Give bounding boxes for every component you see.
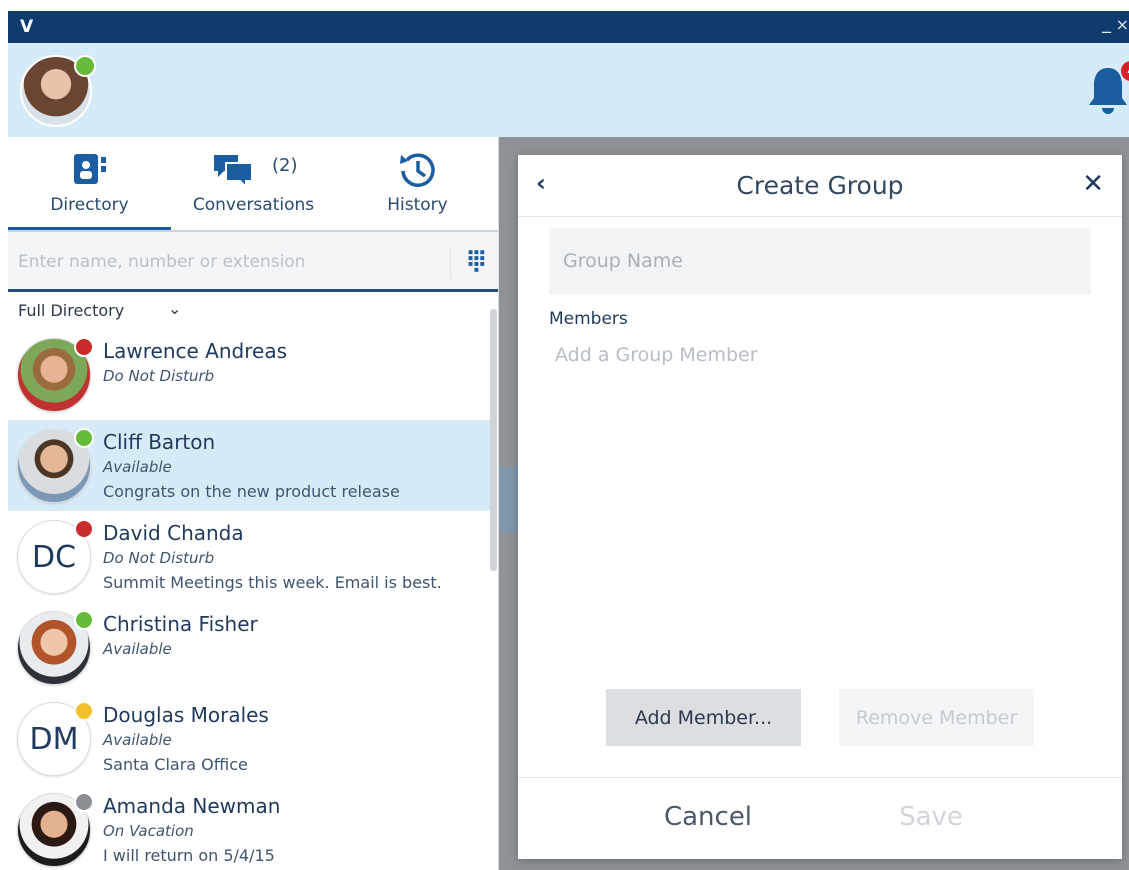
dialog-footer: Cancel Save: [518, 777, 1122, 859]
save-button[interactable]: Save: [831, 802, 1031, 832]
directory-filter-label: Full Directory: [18, 301, 125, 320]
title-bar: V _ ×: [8, 11, 1129, 43]
conversations-count: (2): [272, 155, 298, 176]
contact-item-amanda-newman[interactable]: Amanda Newman On Vacation I will return …: [8, 784, 490, 870]
minimize-button[interactable]: _: [1102, 13, 1111, 34]
tab-conversations-label: Conversations: [192, 195, 315, 215]
contact-name: Christina Fisher: [103, 612, 258, 636]
away-icon: [74, 701, 94, 721]
contact-message: I will return on 5/4/15: [103, 846, 275, 865]
contact-list-scrollbar[interactable]: [490, 309, 497, 571]
contact-item-douglas-morales[interactable]: DM Douglas Morales Available Santa Clara…: [8, 693, 490, 784]
tab-history-label: History: [387, 195, 448, 215]
tab-directory[interactable]: Directory: [8, 137, 171, 231]
contact-name: Amanda Newman: [103, 794, 281, 818]
search-bar: [8, 232, 498, 292]
dialpad-icon[interactable]: [450, 246, 494, 278]
left-panel: Directory (2) Conversations History Ente…: [8, 137, 499, 870]
group-name-input[interactable]: [549, 228, 1091, 294]
contact-status: Available: [103, 458, 172, 476]
contact-item-david-chanda[interactable]: DC David Chanda Do Not Disturb Summit Me…: [8, 511, 490, 602]
history-icon: [399, 153, 435, 187]
tab-directory-label: Directory: [50, 195, 129, 215]
add-member-button[interactable]: Add Member...: [606, 689, 801, 746]
create-group-dialog: ‹ Create Group ✕ Members Add a Group Mem…: [518, 155, 1122, 859]
contact-status: Do Not Disturb: [103, 367, 215, 385]
vacation-plane-icon: [74, 792, 94, 812]
contact-status: On Vacation: [103, 822, 194, 840]
add-group-member-placeholder[interactable]: Add a Group Member: [555, 344, 758, 366]
close-window-button[interactable]: ×: [1116, 15, 1129, 34]
tab-history[interactable]: History: [336, 137, 498, 231]
contact-status: Available: [103, 640, 172, 658]
contact-item-christina-fisher[interactable]: Christina Fisher Available: [8, 602, 490, 693]
do-not-disturb-icon: [74, 337, 94, 357]
remove-member-button[interactable]: Remove Member: [839, 689, 1034, 746]
user-status-icon[interactable]: [74, 55, 96, 77]
dialog-title: Create Group: [736, 171, 904, 200]
directory-icon: [73, 154, 106, 184]
members-label: Members: [549, 309, 628, 329]
contact-name: Douglas Morales: [103, 703, 269, 727]
directory-filter-dropdown[interactable]: Full Directory ⌄: [18, 299, 181, 320]
dialog-header: ‹ Create Group ✕: [518, 155, 1122, 217]
search-input[interactable]: [18, 244, 438, 280]
tab-conversations[interactable]: (2) Conversations: [171, 137, 336, 231]
contact-name: David Chanda: [103, 521, 244, 545]
backdrop-highlight: [499, 467, 519, 532]
contact-item-cliff-barton[interactable]: Cliff Barton Available Congrats on the n…: [8, 420, 490, 511]
contact-status: Available: [103, 731, 172, 749]
chevron-down-icon: ⌄: [168, 299, 182, 318]
busy-calendar-icon: [74, 519, 94, 539]
available-icon: [74, 428, 94, 448]
contact-message: Santa Clara Office: [103, 755, 248, 774]
contact-message: Congrats on the new product release: [103, 482, 400, 501]
app-header: 4: [8, 43, 1129, 137]
contact-item-lawrence-andreas[interactable]: Lawrence Andreas Do Not Disturb: [8, 329, 490, 420]
contact-name: Cliff Barton: [103, 430, 216, 454]
tab-bar: Directory (2) Conversations History: [8, 137, 498, 231]
contact-message: Summit Meetings this week. Email is best…: [103, 573, 442, 592]
app-logo: V: [20, 17, 34, 37]
contact-status: Do Not Disturb: [103, 549, 215, 567]
contact-name: Lawrence Andreas: [103, 339, 287, 363]
on-call-icon: [74, 610, 94, 630]
close-icon[interactable]: ✕: [1082, 169, 1104, 199]
cancel-button[interactable]: Cancel: [608, 802, 808, 832]
